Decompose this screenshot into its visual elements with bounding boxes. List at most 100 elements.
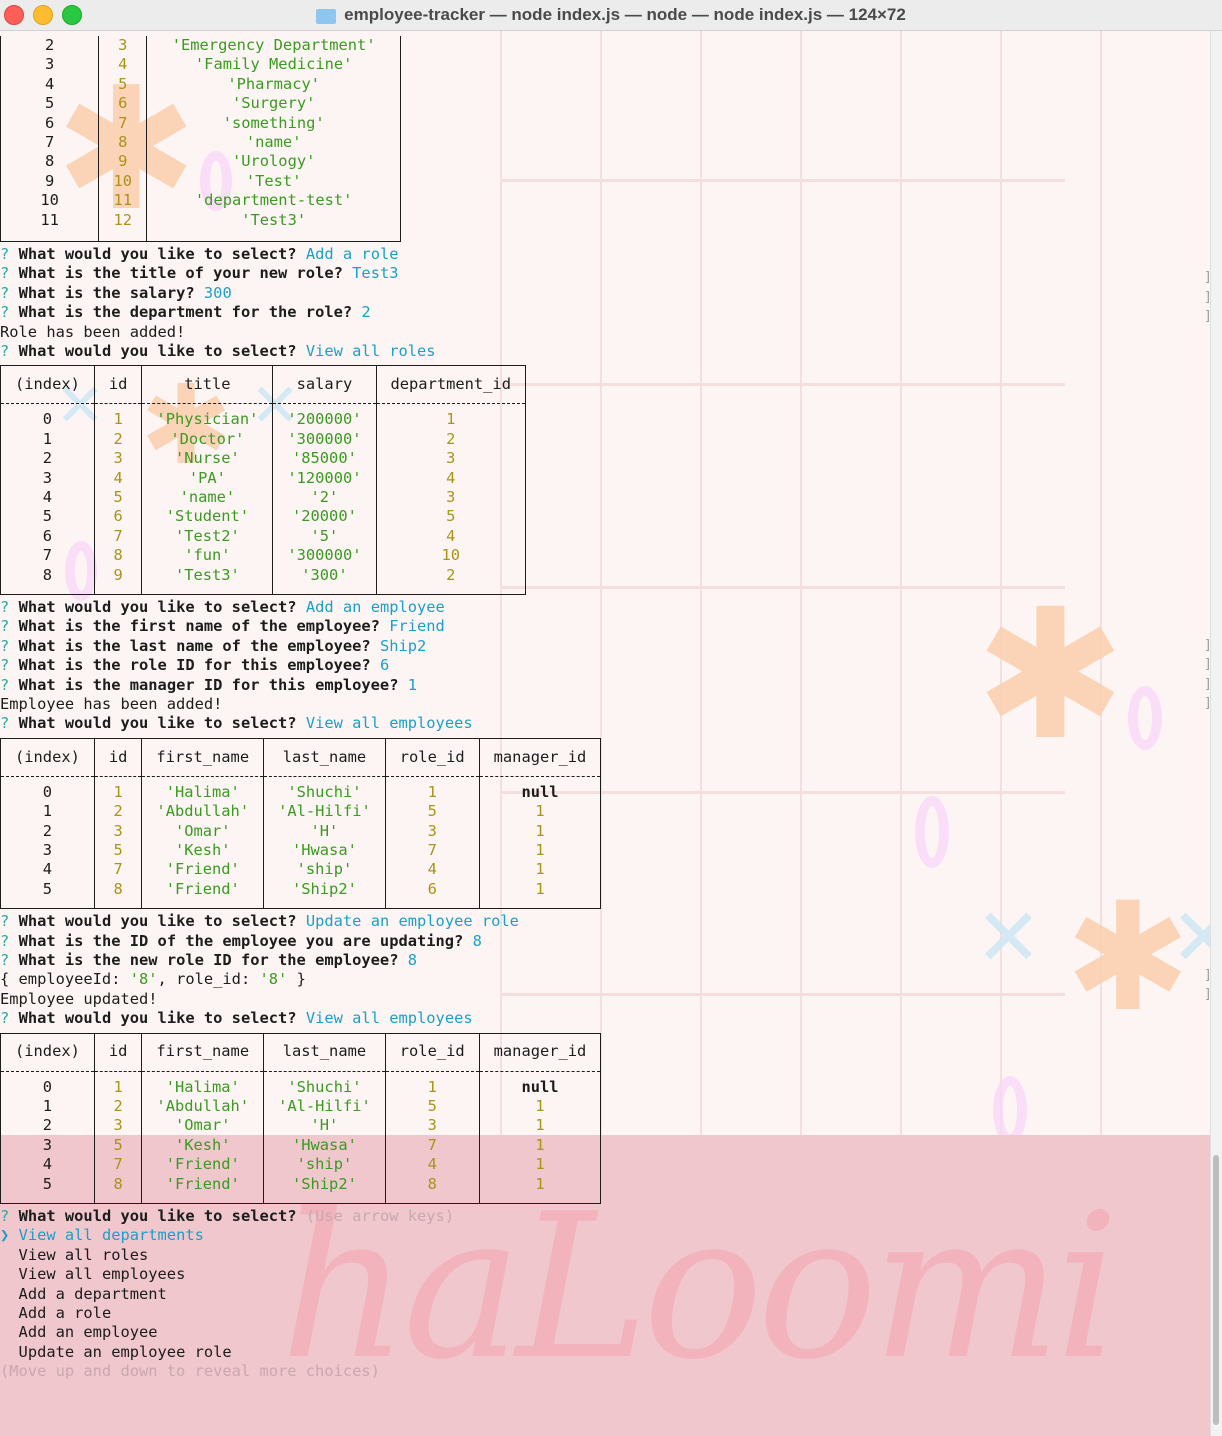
last-name-cell: 'ship' [263, 860, 386, 880]
table-row: 5 6 'Surgery' [1, 94, 401, 114]
index-cell: 0 [42, 782, 53, 801]
last-name-cell: 'Ship2' [263, 1174, 386, 1204]
name-cell: 'Family Medicine' [146, 55, 401, 75]
index-cell: 4 [42, 488, 53, 507]
last-name-cell: 'Al-Hilfi' [263, 802, 386, 822]
id-cell: 7 [98, 113, 147, 134]
first-name-cell: 'Omar' [141, 821, 264, 842]
prompt-line: ? What is the title of your new role? Te… [0, 264, 399, 283]
last-name-cell: 'Shuchi' [263, 776, 386, 803]
flower-decoration: ✱ [975, 571, 1126, 780]
index-cell: 1 [42, 802, 53, 821]
menu-choice[interactable]: Add a role [0, 1304, 601, 1323]
manager-id-cell: 1 [478, 1174, 601, 1204]
salary-cell: '300000' [272, 429, 376, 450]
last-name-cell: 'Shuchi' [263, 1071, 386, 1097]
table-row: 0 1 'Halima' 'Shuchi' 1 null [1, 776, 601, 803]
table-row: 11 12 'Test3' [1, 210, 401, 231]
menu-choice[interactable]: View all roles [0, 1246, 601, 1265]
index-cell: 8 [42, 565, 53, 584]
first-name-cell: 'Friend' [141, 860, 264, 880]
id-cell: 5 [93, 488, 142, 508]
menu-choice[interactable]: ❯ View all departments [0, 1226, 601, 1245]
id-cell: 7 [93, 526, 142, 547]
prompt-line: ? What would you like to select? View al… [0, 714, 473, 733]
menu-choice[interactable]: Add an employee [0, 1323, 601, 1342]
menu-choice-label: View all employees [18, 1265, 186, 1284]
salary-cell: '120000' [272, 468, 376, 489]
id-cell: 11 [98, 191, 147, 211]
id-cell: 10 [98, 171, 147, 192]
id-cell: 2 [93, 802, 142, 822]
index-cell: 4 [42, 860, 53, 879]
table-row: 1 2 'Abdullah' 'Al-Hilfi' 5 1 [1, 802, 601, 822]
salary-cell: '300' [272, 565, 376, 595]
column-header: department_id [375, 365, 526, 405]
role-id-cell: 8 [384, 1174, 480, 1204]
menu-choices: ❯ View all departments View all roles Vi… [0, 1226, 601, 1362]
manager-id-cell: 1 [478, 860, 601, 880]
first-name-cell: 'Halima' [141, 1071, 264, 1097]
close-window-button[interactable] [4, 5, 24, 25]
output-message: Role has been added! [0, 322, 186, 341]
menu-choice-label: Add an employee [18, 1323, 158, 1342]
first-name-cell: 'Omar' [141, 1116, 264, 1136]
padding-cell [98, 230, 147, 242]
index-cell: 3 [42, 1135, 53, 1154]
table-row: 5 6 'Student' '20000' 5 [1, 507, 526, 527]
column-header: last_name [263, 738, 386, 777]
id-cell: 7 [93, 1155, 142, 1175]
scroll-marker: ] [1204, 290, 1212, 305]
id-cell: 8 [93, 879, 142, 909]
id-cell: 2 [93, 429, 142, 450]
manager-id-cell: 1 [478, 879, 601, 909]
index-cell: 0 [42, 1077, 53, 1096]
scrollbar-thumb[interactable] [1213, 1155, 1219, 1425]
name-cell: 'name' [146, 133, 401, 153]
prompt-line: ? What would you like to select? Add a r… [0, 245, 399, 264]
table-row: 2 3 'Emergency Department' [1, 36, 401, 56]
menu-choice[interactable]: Add a department [0, 1285, 601, 1304]
table-row: 2 3 'Omar' 'H' 3 1 [1, 1116, 601, 1136]
role-id-cell: 3 [384, 821, 480, 842]
salary-cell: '5' [272, 526, 376, 547]
title-cell: 'fun' [141, 546, 273, 566]
menu-footer-hint: (Move up and down to reveal more choices… [0, 1362, 380, 1381]
index-cell: 11 [40, 210, 59, 229]
id-cell: 3 [93, 821, 142, 842]
column-header: role_id [384, 738, 480, 777]
object-output: { employeeId: '8', role_id: '8' } [0, 970, 306, 989]
index-cell: 4 [44, 74, 55, 93]
role-id-cell: 7 [384, 1135, 480, 1156]
first-name-cell: 'Friend' [141, 879, 264, 909]
id-cell: 1 [93, 776, 142, 803]
id-cell: 6 [93, 507, 142, 527]
role-id-cell: 3 [384, 1116, 480, 1136]
first-name-cell: 'Kesh' [141, 841, 264, 861]
index-cell: 5 [44, 94, 55, 113]
menu-choice[interactable]: View all employees [0, 1265, 601, 1284]
title-cell: 'Student' [141, 507, 273, 527]
manager-id-cell: 1 [478, 802, 601, 822]
index-cell: 3 [44, 55, 55, 74]
table-row: 4 7 'Friend''ship' 4 1 [1, 1155, 601, 1175]
ring-decoration [915, 796, 949, 868]
last-name-cell: 'Hwasa' [263, 1135, 386, 1156]
index-cell: 5 [42, 507, 53, 526]
window-controls [4, 5, 82, 25]
table-row: 8 9 'Urology' [1, 152, 401, 172]
scroll-marker: ] [1204, 696, 1212, 711]
index-cell: 2 [42, 449, 53, 468]
first-name-cell: 'Abdullah' [141, 1096, 264, 1117]
minimize-window-button[interactable] [33, 5, 53, 25]
menu-choice-label: View all roles [18, 1245, 149, 1264]
menu-choice[interactable]: Update an employee role [0, 1343, 601, 1362]
index-cell: 9 [44, 171, 55, 190]
role-id-cell: 1 [384, 1071, 480, 1097]
zoom-window-button[interactable] [62, 5, 82, 25]
table-row: 2 3 'Omar' 'H' 3 1 [1, 821, 601, 842]
id-cell: 3 [93, 449, 142, 469]
departments-table: 2 3 'Emergency Department' 3 4 'Family Medici… [0, 36, 401, 243]
id-cell: 6 [98, 94, 147, 114]
table-row: 2 3 'Nurse' '85000' 3 [1, 449, 526, 469]
